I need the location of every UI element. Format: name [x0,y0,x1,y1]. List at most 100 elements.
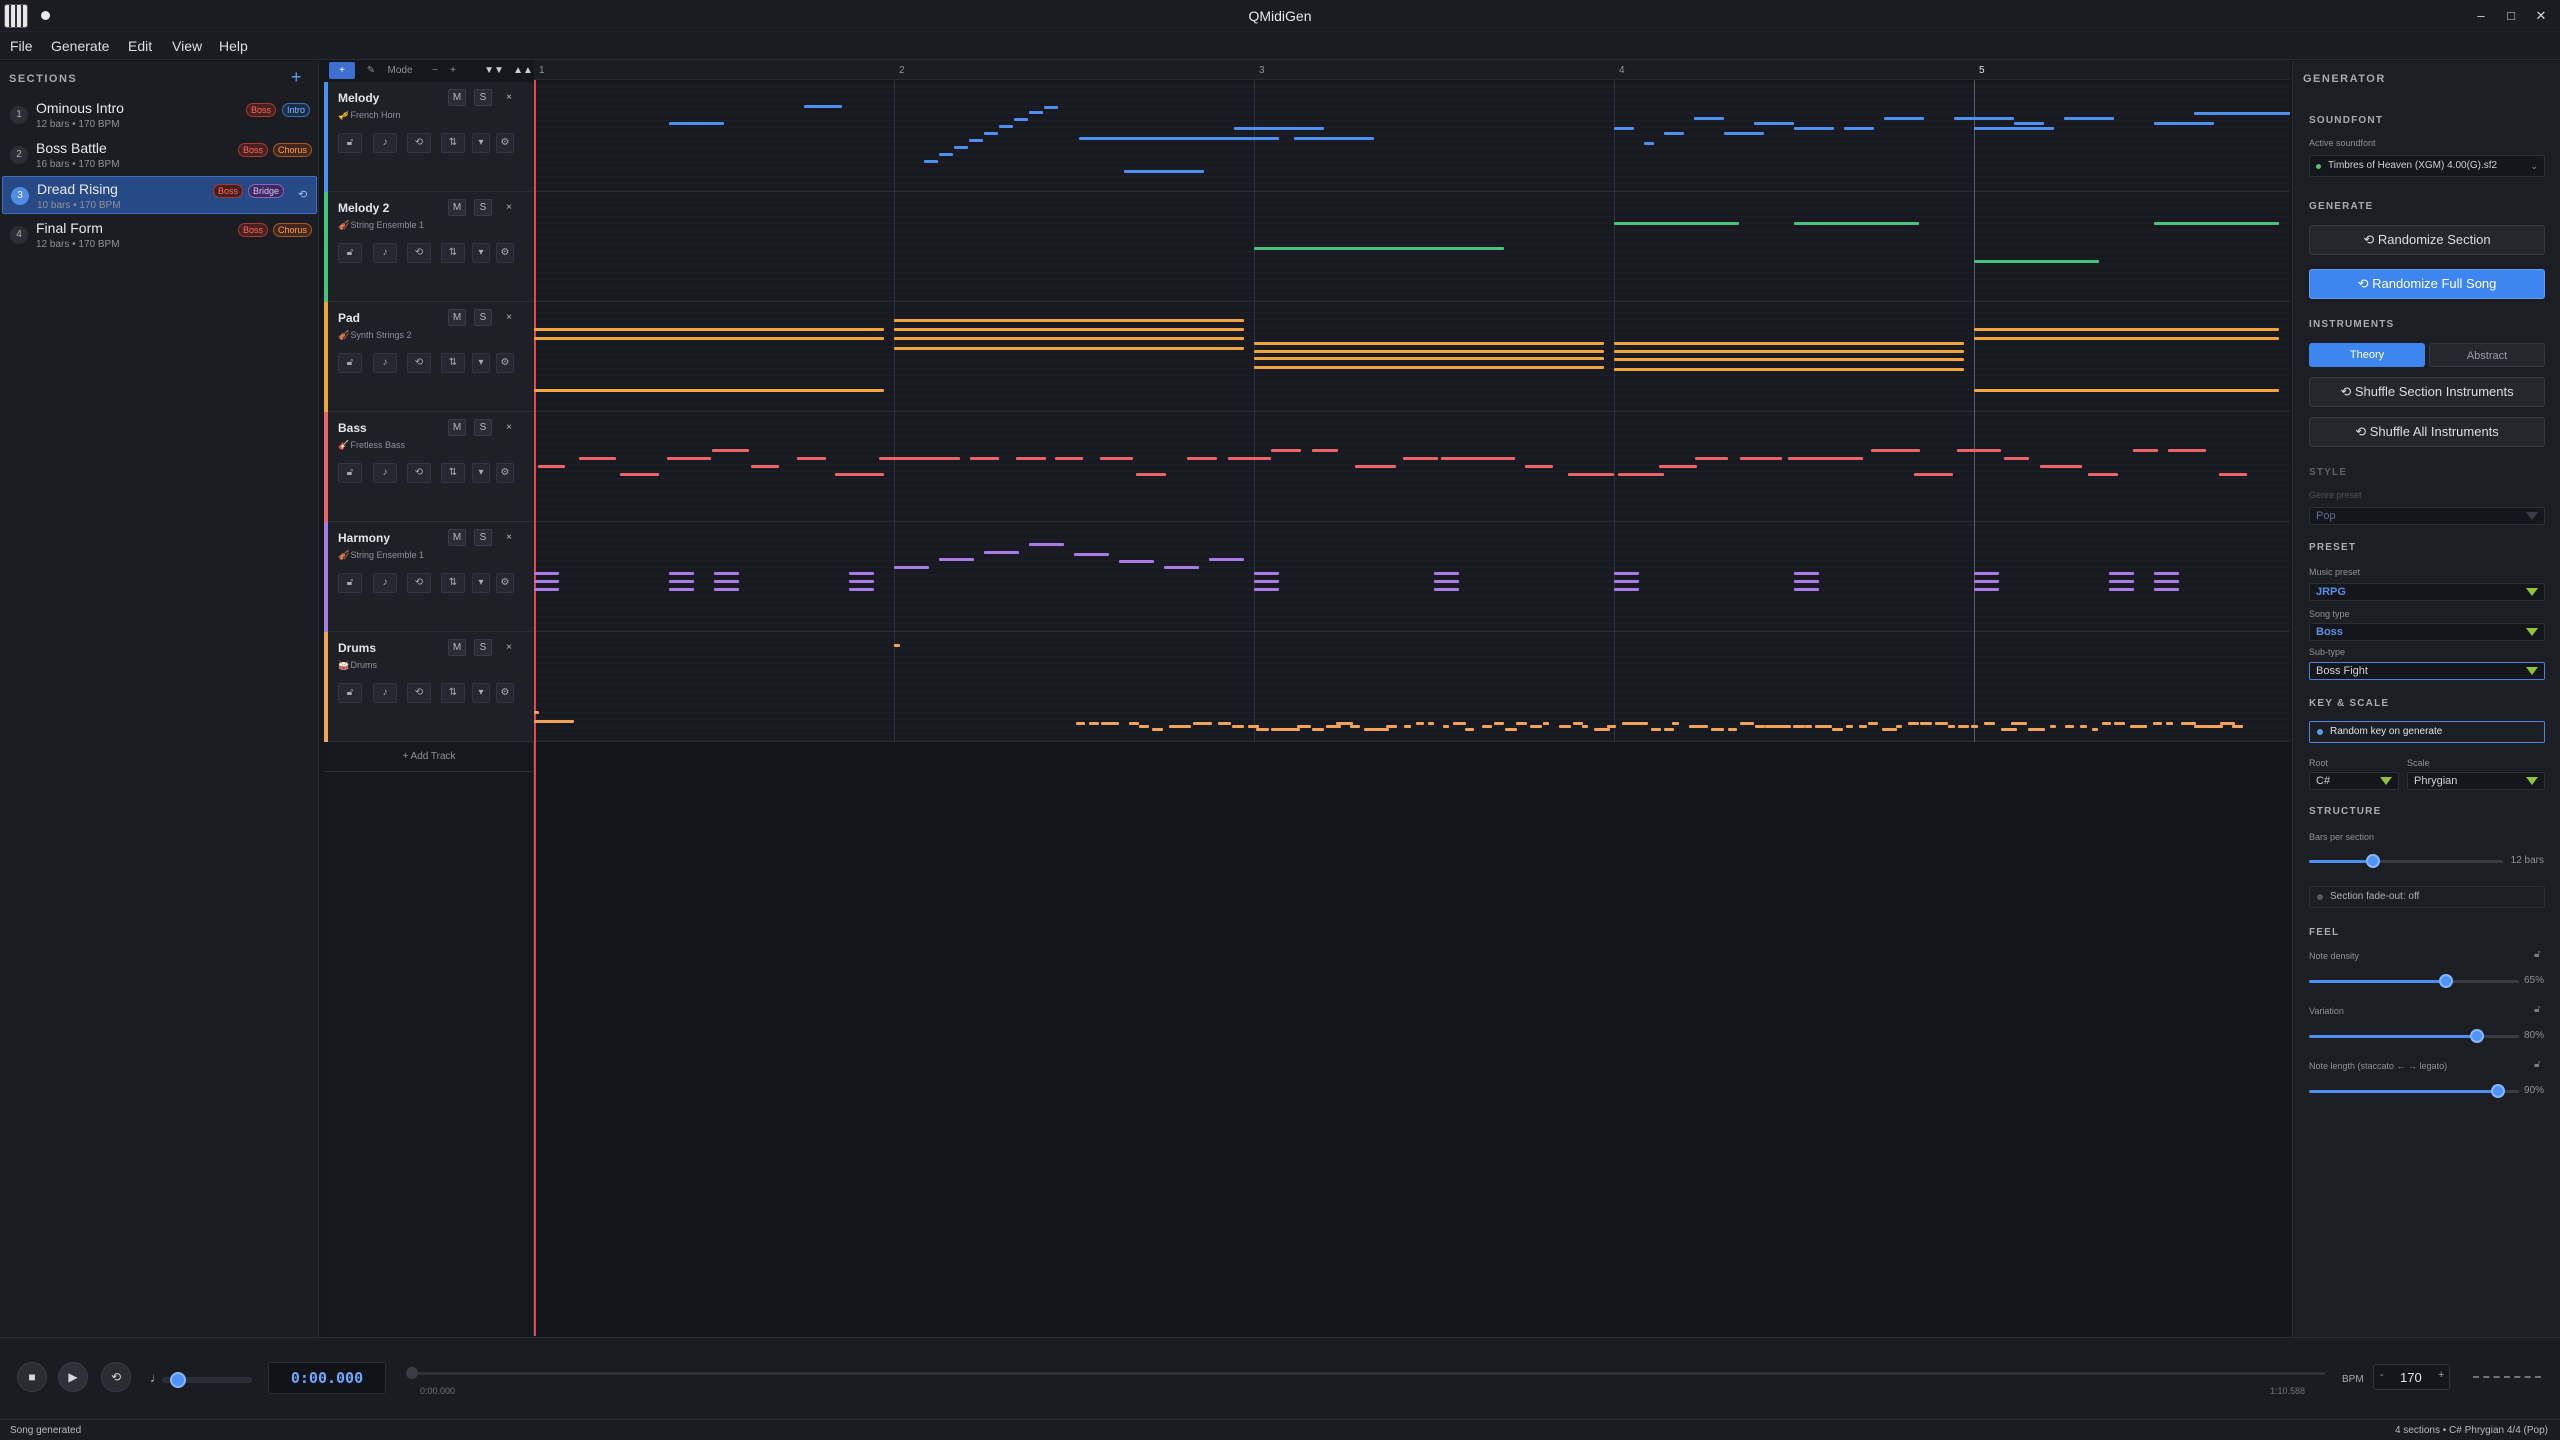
track-header[interactable]: Melody 🎺 French Horn M S × 🔓︎ ♪ ⟲ ⇅ ▾ ⚙ [324,82,534,192]
midi-note[interactable] [1152,728,1163,731]
midi-note[interactable] [1543,722,1549,725]
menu-help[interactable]: Help [219,38,248,54]
midi-note[interactable] [1434,572,1459,575]
transpose-icon[interactable]: ⇅ [441,463,465,483]
midi-note[interactable] [2109,580,2134,583]
midi-note[interactable] [1254,342,1604,345]
timeline-ruler[interactable]: 1 2 3 4 5 [534,60,2290,80]
midi-note[interactable] [1355,465,1396,468]
maximize-button[interactable]: □ [2500,5,2522,27]
piano-roll[interactable] [534,80,2290,1336]
track-name[interactable]: Melody [338,91,379,105]
midi-note[interactable] [924,160,938,163]
midi-note[interactable] [1974,337,2279,340]
midi-note[interactable] [538,465,565,468]
midi-note[interactable] [1644,142,1654,145]
playhead[interactable] [534,80,536,1336]
midi-note[interactable] [1794,580,1819,583]
bpm-value[interactable]: 170 [2400,1370,2422,1385]
remove-track-button[interactable]: × [500,419,518,436]
solo-button[interactable]: S [474,529,492,546]
midi-note[interactable] [1129,722,1139,725]
midi-note[interactable] [712,449,749,452]
volume-handle[interactable] [170,1372,186,1388]
midi-note[interactable] [1971,725,1978,728]
midi-note[interactable] [1805,725,1812,728]
midi-note[interactable] [999,125,1013,128]
solo-button[interactable]: S [474,639,492,656]
midi-note[interactable] [1254,588,1279,591]
midi-note[interactable] [1614,368,1964,371]
midi-note[interactable] [2001,728,2017,731]
lock-icon[interactable]: 🔓︎ [338,243,362,263]
midi-note[interactable] [1297,725,1311,728]
dropdown-icon[interactable]: ▾ [472,573,490,593]
midi-note[interactable] [1404,725,1411,728]
midi-note[interactable] [2039,728,2045,731]
slider-handle[interactable] [2438,974,2453,988]
midi-note[interactable] [2064,117,2114,120]
midi-note[interactable] [1974,580,1999,583]
midi-note[interactable] [1724,132,1764,135]
lock-icon[interactable]: 🔓︎ [338,683,362,703]
midi-note[interactable] [849,588,874,591]
midi-note[interactable] [1614,572,1639,575]
midi-note[interactable] [1884,117,1924,120]
midi-note[interactable] [2166,722,2173,725]
midi-note[interactable] [1664,728,1674,731]
midi-note[interactable] [1948,725,1955,728]
midi-note[interactable] [1651,728,1661,731]
slider-handle[interactable] [2470,1029,2484,1043]
zoom-out-button[interactable]: − [428,62,442,79]
midi-note[interactable] [894,337,1244,340]
dropdown-icon[interactable]: ▾ [472,133,490,153]
collapse-tracks-button[interactable]: ▼▼ [481,62,507,79]
slider-handle[interactable] [2491,1084,2505,1098]
midi-note[interactable] [1659,465,1697,468]
midi-note[interactable] [1234,127,1324,130]
midi-note[interactable] [1711,728,1724,731]
settings-icon[interactable]: ⚙ [496,353,514,373]
midi-note[interactable] [939,153,953,156]
midi-note[interactable] [1350,725,1360,728]
midi-note[interactable] [1113,722,1119,725]
midi-note[interactable] [2004,457,2029,460]
midi-note[interactable] [1525,465,1553,468]
midi-note[interactable] [1844,127,1874,130]
note-icon[interactable]: ♪ [373,133,397,153]
midi-note[interactable] [2154,588,2179,591]
midi-note[interactable] [2080,725,2087,728]
randomize-full-song-button[interactable]: ⟲ Randomize Full Song [2309,269,2545,299]
genre-preset-select[interactable]: Pop [2309,507,2545,525]
midi-note[interactable] [1232,725,1244,728]
transpose-icon[interactable]: ⇅ [441,353,465,373]
midi-note[interactable] [1622,722,1636,725]
midi-note[interactable] [922,457,960,460]
menu-file[interactable]: File [10,38,33,54]
midi-note[interactable] [534,389,884,392]
seek-bar[interactable] [406,1367,2325,1379]
midi-note[interactable] [1029,111,1043,114]
midi-note[interactable] [1935,722,1948,725]
midi-note[interactable] [1482,725,1492,728]
shuffle-all-instruments-button[interactable]: ⟲ Shuffle All Instruments [2309,417,2545,447]
midi-note[interactable] [1974,328,2279,331]
midi-note[interactable] [1740,722,1754,725]
midi-note[interactable] [1908,722,1919,725]
midi-note[interactable] [669,588,694,591]
midi-note[interactable] [2140,725,2146,728]
midi-note[interactable] [1815,725,1832,728]
midi-note[interactable] [534,711,539,714]
midi-note[interactable] [1974,389,2279,392]
note-icon[interactable]: ♪ [373,353,397,373]
mute-button[interactable]: M [448,89,466,106]
bars-per-section-slider[interactable] [2309,854,2503,868]
note-density-slider[interactable] [2309,974,2519,988]
midi-note[interactable] [1124,170,1204,173]
midi-note[interactable] [1312,728,1324,731]
transpose-icon[interactable]: ⇅ [441,133,465,153]
midi-note[interactable] [1614,580,1639,583]
remove-track-button[interactable]: × [500,309,518,326]
midi-note[interactable] [1016,457,1046,460]
midi-note[interactable] [534,580,559,583]
